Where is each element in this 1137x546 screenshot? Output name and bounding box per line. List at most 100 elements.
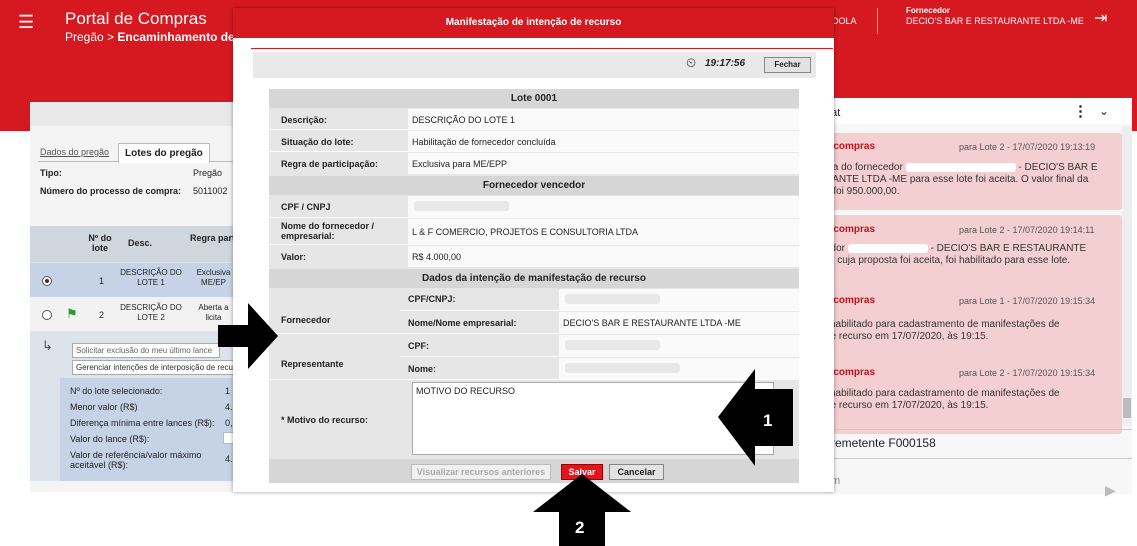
chat-text-part: - DECIO'S BAR E RESTAURANTE: [930, 243, 1087, 254]
f-cpfcnpj-value: [559, 289, 799, 310]
more-vert-icon[interactable]: ⋮: [1073, 102, 1088, 120]
col-desc: Desc.: [128, 238, 153, 248]
arrow-left-shape: [718, 369, 793, 466]
lote-radio-2[interactable]: [42, 310, 52, 320]
tipo-label: Tipo:: [40, 168, 62, 178]
intencao-section-title: Dados da intenção de manifestação de rec…: [269, 269, 799, 288]
tab-lotes-pregao[interactable]: Lotes do pregão: [118, 143, 210, 163]
clock-icon: ⏲: [686, 55, 697, 70]
solicitar-exclusao-button[interactable]: Solicitar exclusão do meu último lance: [72, 343, 220, 358]
header-divider: [877, 8, 878, 34]
gerenciar-intencoes-button[interactable]: Gerenciar intenções de interposição de r…: [72, 360, 235, 375]
valor-value: R$ 4.000,00: [408, 246, 799, 267]
situacao-label: Situação do lote:: [281, 137, 354, 147]
redacted-field: [565, 294, 660, 304]
chat-text-part: sta do fornecedor: [825, 162, 903, 173]
chat-text-part: i habilitado para cadastramento de manif…: [825, 319, 1060, 330]
header-partial-text: DOLA: [832, 16, 857, 26]
f-cpfcnpj-label: CPF/CNPJ:: [408, 294, 456, 304]
chat-text-part: RANTE LTDA -ME para esse lote foi aceita…: [825, 174, 1089, 185]
row-divider: [269, 129, 799, 130]
breadcrumb: Pregão > Encaminhamento de lan: [65, 30, 255, 44]
info-value-menor: 4.: [225, 402, 233, 412]
chat-panel: hat ⋮ ⌄ e compras para Lote 2 - 17/07/20…: [825, 98, 1132, 498]
lote-regra-1: Exclusiva ME/EP: [196, 268, 231, 287]
chevron-down-icon[interactable]: ⌄: [1099, 104, 1109, 118]
redacted-field: [905, 162, 1016, 172]
lote-desc-1: DESCRIÇÃO DO LOTE 1: [120, 268, 182, 287]
chat-message-meta: para Lote 1 - 17/07/2020 19:15:34: [959, 296, 1096, 306]
row-divider: [269, 217, 799, 218]
col-lote: Nº do lote: [88, 233, 112, 253]
redacted-field: [565, 363, 680, 373]
app-title: Portal de Compras: [65, 9, 207, 28]
arrow-right-annotation: [218, 303, 278, 369]
chat-scrollbar-thumb[interactable]: [1123, 398, 1131, 418]
lote-num-1: 1: [99, 276, 105, 286]
redacted-field: [847, 243, 928, 253]
modal-title: Manifestação de intenção de recurso: [233, 8, 834, 38]
r-cpf-value: [559, 335, 799, 356]
left-panel-toolbar: [30, 102, 235, 126]
col-regra: Regra particip: [190, 233, 235, 243]
tab-dados-pregao[interactable]: Dados do pregão: [40, 147, 109, 157]
chat-scrollbar[interactable]: [1122, 126, 1132, 426]
chat-text-part: de recurso em 17/07/2020, às 19:15.: [825, 331, 989, 342]
situacao-value: Habilitação de fornecedor concluída: [408, 131, 799, 151]
nome-fornecedor-value: L & F COMERCIO, PROJETOS E CONSULTORIA L…: [408, 219, 799, 244]
info-value-referencia: 4.: [225, 454, 233, 464]
info-label-lance: Valor do lance (R$):: [70, 434, 150, 444]
descricao-value: DESCRIÇÃO DO LOTE 1: [408, 109, 799, 129]
processo-label: Número do processo de compra:: [40, 186, 182, 196]
modal-divider: [251, 48, 833, 49]
divider: [825, 429, 1132, 430]
chat-message-text: edor - DECIO'S BAR E RESTAURANTE E, cuja …: [825, 243, 1120, 267]
chat-text-part: a foi 950.000,00.: [825, 186, 900, 197]
fechar-button[interactable]: Fechar: [764, 57, 811, 73]
info-label-lote: Nº do lote selecionado:: [70, 386, 163, 396]
chat-message-text: i habilitado para cadastramento de manif…: [825, 388, 1120, 412]
row-divider: [400, 356, 799, 357]
fornecedor-group-label: Fornecedor: [281, 315, 331, 325]
logout-icon[interactable]: ⇥: [1094, 8, 1107, 28]
row-divider: [269, 151, 799, 152]
tipo-value: Pregão: [193, 168, 223, 178]
arrow-left-annotation: [718, 369, 793, 466]
nome-fornecedor-label: Nome do fornecedor / empresarial:: [281, 221, 375, 241]
chat-text-part: - DECIO'S BAR E: [1018, 162, 1098, 173]
lote-radio-1[interactable]: [42, 276, 52, 286]
info-label-referencia: Valor de referência/valor máximo aceitáv…: [70, 450, 202, 470]
chat-message-text: i habilitado para cadastramento de manif…: [825, 319, 1120, 343]
row-divider: [400, 310, 799, 311]
descricao-label: Descrição:: [281, 115, 328, 125]
r-nome-label: Nome:: [408, 364, 437, 374]
lote-num-2: 2: [99, 310, 105, 320]
send-icon[interactable]: ▶: [1105, 482, 1116, 499]
chat-text-part: de recurso em 17/07/2020, às 19:15.: [825, 400, 989, 411]
row-divider: [269, 333, 799, 334]
f-nome-value: DECIO'S BAR E RESTAURANTE LTDA -ME: [559, 312, 799, 333]
fornecedor-label: Fornecedor: [906, 6, 951, 15]
row-divider: [269, 244, 799, 245]
divider: [825, 458, 1132, 459]
menu-icon[interactable]: ☰: [18, 12, 34, 33]
chat-remetente: remetente F000158: [831, 436, 936, 450]
visualizar-recursos-button[interactable]: Visualizar recursos anteriores: [411, 464, 551, 480]
regra-label: Regra de participação:: [281, 159, 379, 169]
representante-group-label: Representante: [281, 359, 344, 369]
f-nome-label: Nome/Nome empresarial:: [408, 318, 517, 328]
breadcrumb-prefix[interactable]: Pregão >: [65, 30, 117, 44]
processo-value: 5011002: [193, 186, 228, 196]
info-label-menor: Menor valor (R$): [70, 402, 138, 412]
chat-text-part: E, cuja proposta foi aceita, foi habilit…: [825, 255, 1071, 266]
vencedor-section-title: Fornecedor vencedor: [269, 176, 799, 195]
info-value-diferenca: 0,: [225, 418, 233, 428]
redacted-field: [565, 340, 660, 350]
annotation-number-1: 1: [763, 411, 773, 430]
lotes-table: Nº do lote Desc. Regra particip 1 DESCRI…: [30, 226, 235, 481]
chat-message-text: sta do fornecedor - DECIO'S BAR E RANTE L…: [825, 162, 1120, 198]
chat-message-meta: para Lote 2 - 17/07/2020 19:15:34: [959, 368, 1096, 378]
green-flag-icon: ⚑: [66, 306, 78, 321]
r-cpf-label: CPF:: [408, 341, 429, 351]
arrow-right-shape: [218, 303, 278, 369]
